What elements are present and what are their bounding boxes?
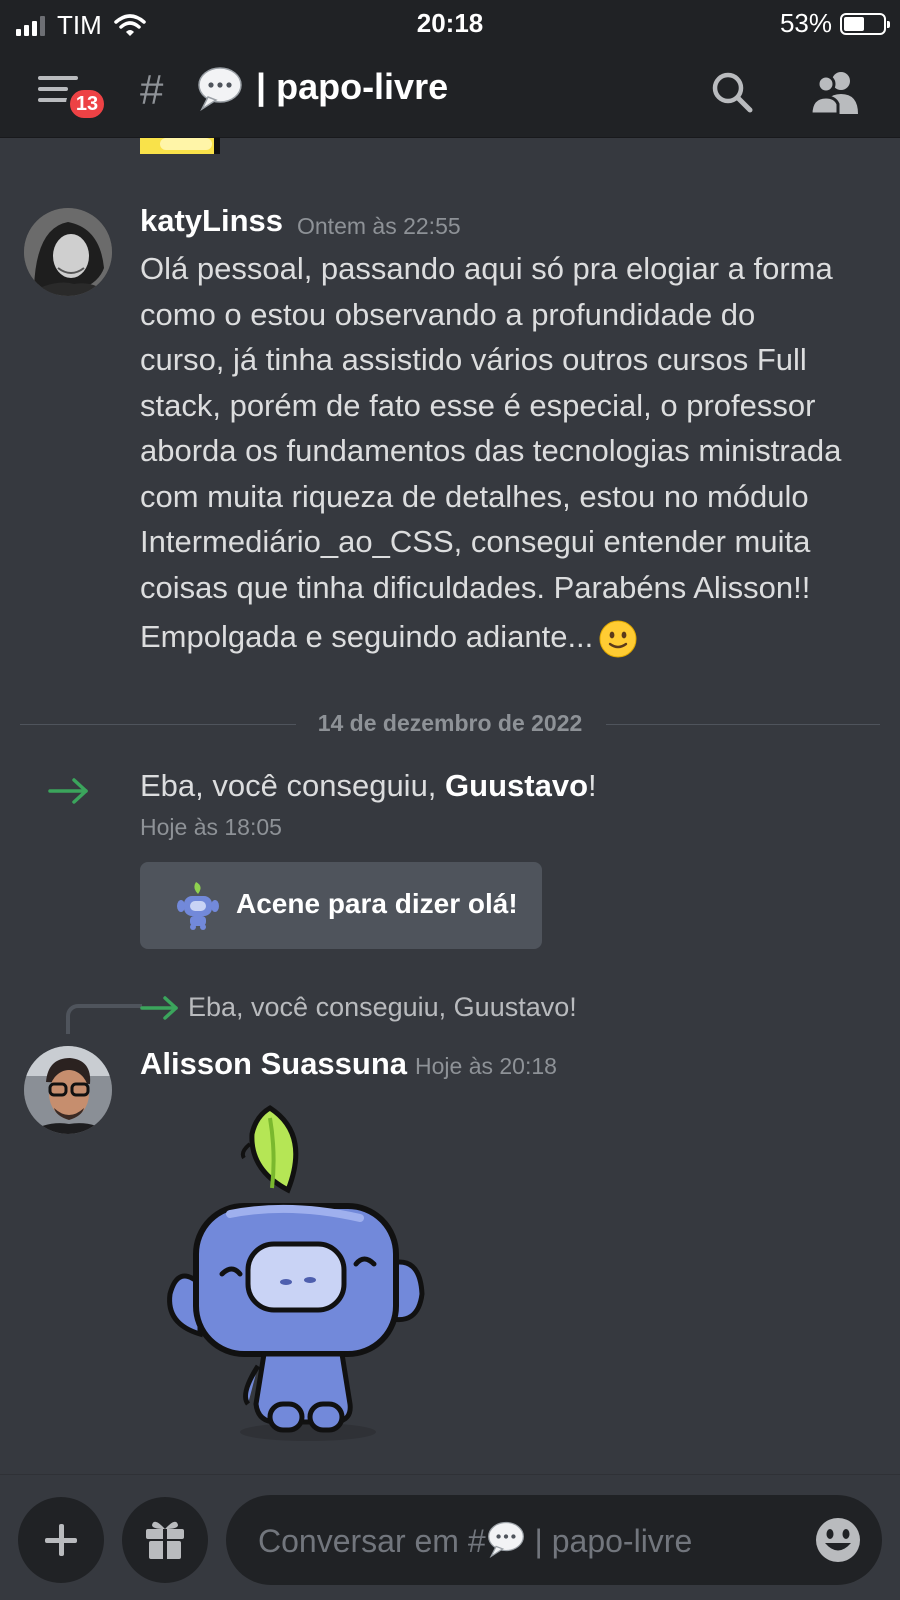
battery-fill (844, 16, 865, 31)
gift-icon (146, 1521, 184, 1559)
avatar-image (24, 208, 112, 296)
wave-button-label: Acene para dizer olá! (236, 888, 518, 919)
reply-connector (66, 1004, 142, 1034)
avatar-image (24, 1046, 112, 1134)
channel-header: 13 # | papo-livre (0, 48, 900, 138)
message-username[interactable]: Alisson Suassuna (140, 1046, 407, 1082)
search-icon[interactable] (710, 70, 754, 114)
battery-icon (840, 12, 890, 35)
message-line: Intermediário_ao_CSS, consegui entender … (140, 524, 811, 559)
join-message-user[interactable]: Guustavo (445, 768, 588, 803)
battery-percent: 53% (779, 8, 832, 38)
message-line: curso, já tinha assistido vários outros … (140, 342, 807, 377)
join-message-suffix: ! (588, 768, 597, 803)
message-line: coisas que tinha dificuldades. Parabéns … (140, 569, 811, 605)
wumpus-wave-sticker[interactable] (160, 1104, 440, 1444)
join-arrow-icon (48, 778, 88, 804)
message-line: stack, porém de fato esse é especial, o … (140, 387, 816, 423)
members-icon[interactable] (810, 70, 860, 114)
attach-plus-button[interactable] (18, 1497, 104, 1583)
replied-message-preview[interactable]: Eba, você conseguiu, Guustavo! (188, 992, 577, 1023)
join-message-prefix: Eba, você conseguiu, (140, 768, 446, 803)
reply-join-arrow-icon (140, 996, 178, 1020)
slightly-smiling-face-icon (599, 620, 637, 658)
message-timestamp: Ontem às 22:55 (297, 213, 461, 239)
clock: 20:18 (416, 8, 484, 38)
channel-name: | papo-livre (256, 66, 449, 107)
wave-hello-button[interactable]: Acene para dizer olá! (140, 862, 542, 949)
notification-badge: 13 (66, 86, 108, 122)
message-username[interactable]: katyLinss (140, 203, 283, 239)
join-message: Eba, você conseguiu, Guustavo! (140, 768, 597, 804)
join-timestamp: Hoje às 18:05 (140, 814, 282, 840)
message-input[interactable]: Conversar em # | papo-livre (226, 1495, 882, 1585)
status-bar: TIM 20:18 53% (0, 0, 900, 48)
message-line: aborda os fundamentos das tecnologias mi… (140, 433, 842, 468)
wumpus-wave-icon (177, 882, 219, 930)
message-composer: Conversar em # | papo-livre (0, 1474, 900, 1600)
cropped-image-fragment (140, 138, 220, 154)
message-line-last: Empolgada e seguindo adiante... (140, 614, 880, 660)
message-line: como o estou observando a profundidade d… (140, 296, 756, 332)
placeholder-suffix: | papo-livre (525, 1523, 693, 1559)
gift-button[interactable] (122, 1497, 208, 1583)
message-line: Empolgada e seguindo adiante... (140, 619, 594, 654)
date-divider: 14 de dezembro de 2022 (20, 704, 880, 744)
avatar-katylinss[interactable] (24, 208, 112, 296)
speech-balloon-icon (487, 1521, 524, 1559)
emoji-picker-icon[interactable] (814, 1516, 862, 1564)
placeholder-prefix: Conversar em # (258, 1523, 486, 1559)
message-input-placeholder: Conversar em # | papo-livre (258, 1520, 692, 1560)
status-right: 53% (779, 8, 890, 39)
message-line: com muita riqueza de detalhes, estou no … (140, 478, 809, 514)
message-timestamp: Hoje às 20:18 (415, 1053, 557, 1079)
speech-balloon-icon (198, 67, 242, 112)
message-line: Olá pessoal, passando aqui só pra elogia… (140, 251, 833, 286)
hash-icon: # (140, 66, 164, 113)
avatar-alisson-suassuna[interactable] (24, 1046, 112, 1134)
message-content: Olá pessoal, passando aqui só pra elogia… (140, 246, 880, 660)
